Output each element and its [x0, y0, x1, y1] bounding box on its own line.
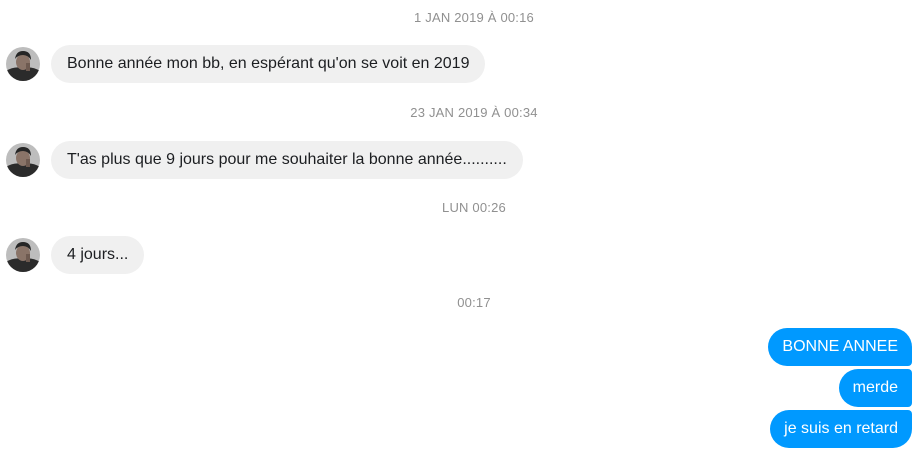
contact-avatar-icon[interactable]	[6, 47, 40, 81]
message-row-incoming: 4 jours...	[6, 236, 145, 274]
timestamp: LUN 00:26	[442, 200, 506, 215]
incoming-message-bubble[interactable]: Bonne année mon bb, en espérant qu'on se…	[51, 45, 486, 83]
incoming-message-bubble[interactable]: 4 jours...	[51, 236, 145, 274]
message-row-incoming: T'as plus que 9 jours pour me souhaiter …	[6, 141, 523, 179]
timestamp: 00:17	[457, 295, 491, 310]
outgoing-message-bubble[interactable]: BONNE ANNEE	[768, 328, 912, 366]
outgoing-message-group: BONNE ANNEE merde je suis en retard	[768, 328, 912, 451]
message-row-incoming: Bonne année mon bb, en espérant qu'on se…	[6, 45, 486, 83]
timestamp: 23 JAN 2019 À 00:34	[410, 105, 538, 120]
contact-avatar-icon[interactable]	[6, 238, 40, 272]
outgoing-message-bubble[interactable]: je suis en retard	[770, 410, 912, 448]
incoming-message-bubble[interactable]: T'as plus que 9 jours pour me souhaiter …	[51, 141, 523, 179]
contact-avatar-icon[interactable]	[6, 143, 40, 177]
outgoing-message-bubble[interactable]: merde	[838, 369, 912, 407]
timestamp: 1 JAN 2019 À 00:16	[414, 10, 534, 25]
